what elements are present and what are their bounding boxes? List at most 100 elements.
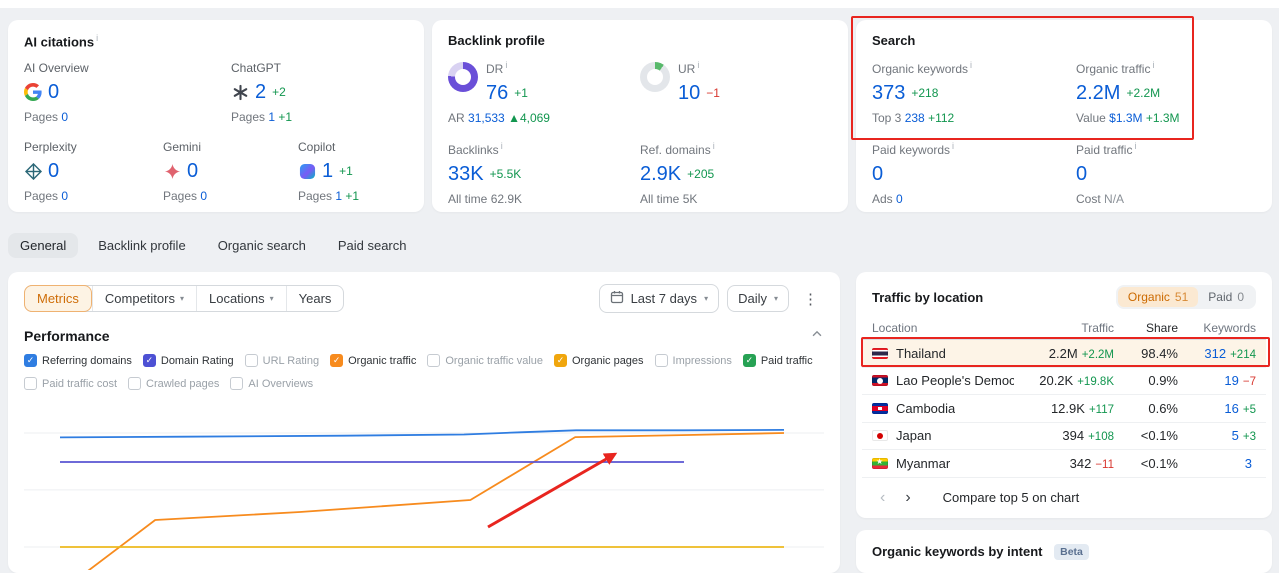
tab-organic-search[interactable]: Organic search — [206, 233, 318, 258]
years-button[interactable]: Years — [285, 286, 344, 311]
locations-dropdown[interactable]: Locations ▾ — [195, 286, 286, 311]
ai-citations-value[interactable]: 0 — [187, 161, 198, 181]
checkbox-icon — [654, 354, 668, 367]
info-icon[interactable]: i — [501, 141, 503, 151]
top3-value[interactable]: 238 — [905, 111, 925, 125]
dr-label: DR i — [486, 60, 508, 76]
keywords-value[interactable]: 16 — [1224, 401, 1238, 416]
card-title: Search — [872, 33, 916, 48]
tab-paid-search[interactable]: Paid search — [326, 233, 419, 258]
beta-badge: Beta — [1054, 544, 1089, 560]
compare-top5-link[interactable]: Compare top 5 on chart — [943, 490, 1080, 505]
pages-value[interactable]: 1 — [268, 110, 275, 124]
info-icon[interactable]: i — [952, 141, 954, 151]
annotation-arrow — [487, 452, 618, 529]
paid-keywords-value[interactable]: 0 — [872, 164, 883, 184]
table-footer: ‹ › Compare top 5 on chart — [856, 478, 1272, 518]
table-row-cambodia[interactable]: Cambodia 12.9K +117 0.6% 16 +5 — [862, 395, 1266, 423]
ai-citations-value[interactable]: 0 — [48, 82, 59, 102]
keywords-value[interactable]: 312 — [1204, 346, 1226, 361]
share-value: <0.1% — [1140, 455, 1178, 471]
metric-checkbox-organic-pages[interactable]: Organic pages — [554, 354, 644, 367]
ref-domains-label: Ref. domains i — [640, 141, 715, 157]
country-name[interactable]: Cambodia — [896, 401, 955, 416]
traffic-value: 2.2M — [1048, 345, 1078, 361]
ur-value[interactable]: 10 — [678, 83, 700, 103]
backlinks-value[interactable]: 33K — [448, 164, 484, 184]
ai-citations-value[interactable]: 1 — [322, 161, 333, 181]
table-row-laos[interactable]: Lao People's Democratic Reput 20.2K+19.8… — [862, 368, 1266, 395]
table-row-thailand[interactable]: Thailand 2.2M +2.2M 98.4% 312 +214 — [862, 340, 1266, 368]
country-name[interactable]: Japan — [896, 428, 931, 443]
metric-checkbox-paid-traffic[interactable]: Paid traffic — [742, 354, 813, 367]
toggle-paid[interactable]: Paid 0 — [1198, 287, 1254, 307]
traffic-value-amount[interactable]: $1.3M — [1109, 111, 1142, 125]
metric-checkbox-domain-rating[interactable]: Domain Rating — [142, 354, 234, 367]
paid-traffic-value[interactable]: 0 — [1076, 164, 1087, 184]
info-icon[interactable]: i — [1134, 141, 1136, 151]
change-badge: +1 — [514, 86, 528, 100]
granularity-dropdown[interactable]: Daily ▾ — [727, 285, 789, 312]
pages-value[interactable]: 0 — [61, 110, 68, 124]
table-header: Location Traffic Share Keywords — [862, 316, 1266, 340]
info-icon[interactable]: i — [96, 33, 98, 43]
pages-value[interactable]: 0 — [200, 189, 207, 203]
column-keywords: Keywords — [1203, 320, 1256, 335]
metrics-button[interactable]: Metrics — [24, 285, 92, 312]
metric-checkbox-paid-traffic-cost[interactable]: Paid traffic cost — [24, 377, 117, 390]
dr-value[interactable]: 76 — [486, 83, 508, 103]
table-row-japan[interactable]: Japan 394 +108 <0.1% 5 +3 — [862, 423, 1266, 450]
country-name[interactable]: Lao People's Democratic Reput — [896, 373, 1014, 388]
ai-citations-value[interactable]: 0 — [48, 161, 59, 181]
next-page-icon[interactable]: › — [897, 489, 918, 507]
metric-checkbox-impressions[interactable]: Impressions — [654, 354, 732, 367]
search-card: Search Organic keywords i 373 +218 Top 3 2… — [856, 20, 1272, 212]
ai-item-copilot: Copilot 1 +1 Pages 1 +1 — [298, 140, 359, 203]
cost-value: N/A — [1104, 192, 1125, 206]
tab-backlink-profile[interactable]: Backlink profile — [86, 233, 197, 258]
info-icon[interactable]: i — [697, 60, 699, 70]
overview-tabs: General Backlink profile Organic search … — [8, 233, 419, 258]
info-icon[interactable]: i — [505, 60, 507, 70]
keywords-value[interactable]: 19 — [1224, 373, 1238, 388]
country-name[interactable]: Thailand — [896, 346, 946, 361]
ref-domains-value[interactable]: 2.9K — [640, 164, 681, 184]
metric-checkbox-crawled-pages[interactable]: Crawled pages — [128, 377, 219, 390]
prev-page-icon[interactable]: ‹ — [872, 489, 893, 507]
chevron-down-icon: ▾ — [773, 294, 778, 303]
panel-title: Organic keywords by intent — [872, 544, 1043, 559]
date-range-dropdown[interactable]: Last 7 days ▾ — [598, 284, 720, 313]
keywords-value[interactable]: 3 — [1245, 456, 1252, 471]
table-row-myanmar[interactable]: Myanmar 342−11 <0.1% 3 — [862, 450, 1266, 478]
tab-general[interactable]: General — [8, 233, 79, 258]
metric-checkbox-ai-overviews[interactable]: AI Overviews — [230, 377, 313, 390]
pages-value[interactable]: 1 — [335, 189, 342, 203]
paid-traffic-block: Paid traffic i 0 Cost N/A — [1076, 141, 1137, 206]
pages-row: Pages 0 — [163, 189, 208, 204]
ai-citations-value[interactable]: 2 — [255, 82, 266, 102]
traffic-change: +108 — [1088, 431, 1114, 444]
ads-count[interactable]: 0 — [896, 192, 903, 206]
toggle-organic[interactable]: Organic 51 — [1117, 287, 1199, 307]
more-options-icon[interactable]: ⋮ — [797, 290, 824, 308]
ai-item-label: Gemini — [163, 140, 202, 155]
keywords-value[interactable]: 5 — [1232, 428, 1239, 443]
metric-checkbox-referring-domains[interactable]: Referring domains — [24, 354, 132, 367]
pages-value[interactable]: 0 — [61, 189, 68, 203]
ar-value[interactable]: 31,533 — [468, 111, 505, 125]
collapse-chevron-icon[interactable] — [810, 327, 824, 344]
checkbox-icon — [330, 354, 344, 367]
organic-traffic-value[interactable]: 2.2M — [1076, 83, 1120, 103]
info-icon[interactable]: i — [1152, 60, 1154, 70]
metric-checkbox-url-rating[interactable]: URL Rating — [244, 354, 319, 367]
change-badge: +1 — [339, 164, 353, 179]
card-title: Backlink profile — [448, 33, 545, 48]
metric-checkbox-organic-traffic[interactable]: Organic traffic — [330, 354, 416, 367]
info-icon[interactable]: i — [713, 141, 715, 151]
country-name[interactable]: Myanmar — [896, 456, 950, 471]
metric-checkbox-organic-traffic-value[interactable]: Organic traffic value — [427, 354, 543, 367]
competitors-dropdown[interactable]: Competitors ▾ — [91, 286, 196, 311]
organic-keywords-value[interactable]: 373 — [872, 83, 905, 103]
traffic-change: −11 — [1095, 458, 1114, 471]
info-icon[interactable]: i — [970, 60, 972, 70]
